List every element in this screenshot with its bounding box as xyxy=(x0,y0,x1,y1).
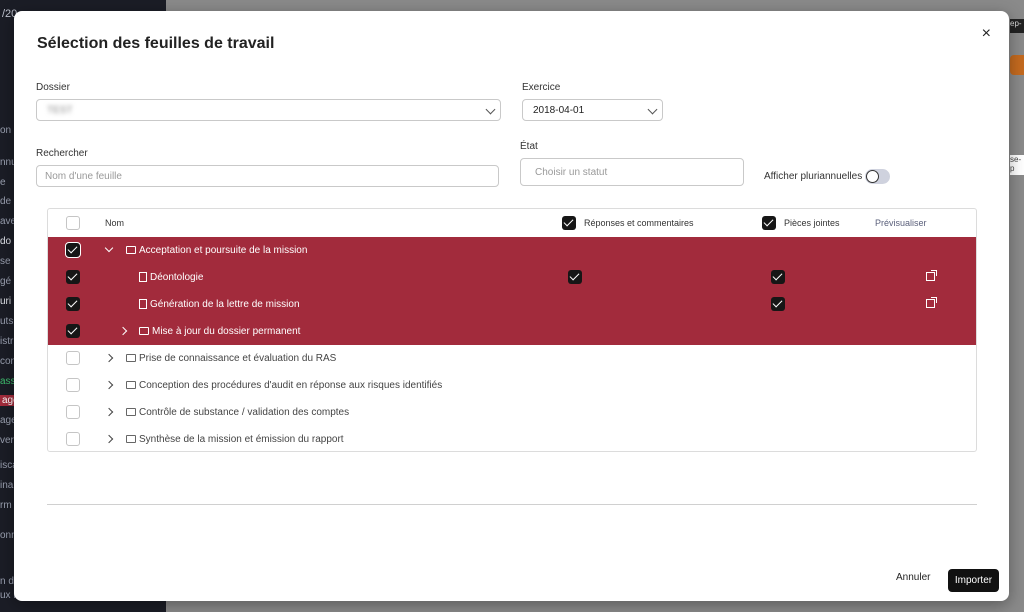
row-label: Déontologie xyxy=(150,272,204,283)
etat-label: État xyxy=(520,141,538,152)
row-label: Contrôle de substance / validation des c… xyxy=(139,407,350,418)
chevron-right-icon[interactable] xyxy=(104,434,114,444)
close-icon[interactable]: × xyxy=(982,25,991,43)
column-header-preview[interactable]: Prévisualiser xyxy=(875,218,927,228)
bg-text: n d xyxy=(0,576,14,587)
bg-text: e xyxy=(0,177,6,188)
chevron-right-icon[interactable] xyxy=(104,353,114,363)
attachments-checkbox[interactable] xyxy=(771,270,785,284)
external-link-icon[interactable] xyxy=(926,270,937,281)
column-header-attachments: Pièces jointes xyxy=(784,218,840,228)
row-checkbox[interactable] xyxy=(66,270,80,284)
search-input[interactable] xyxy=(36,165,499,187)
dialog-title: Sélection des feuilles de travail xyxy=(37,35,275,52)
toggle-knob xyxy=(866,170,879,183)
row-checkbox[interactable] xyxy=(66,378,80,392)
import-button[interactable]: Importer xyxy=(948,569,999,592)
bg-text: do xyxy=(0,236,12,247)
bg-tag: se-p xyxy=(1010,155,1024,175)
attachments-checkbox[interactable] xyxy=(771,297,785,311)
bg-text: uri xyxy=(0,296,12,307)
row-checkbox[interactable] xyxy=(66,405,80,419)
bg-orange-button xyxy=(1010,55,1024,75)
select-all-checkbox[interactable] xyxy=(66,216,80,230)
column-header-name: Nom xyxy=(105,218,125,228)
table-row[interactable]: Contrôle de substance / validation des c… xyxy=(48,399,976,426)
dossier-value: TEST xyxy=(47,105,73,116)
folder-icon xyxy=(126,435,136,443)
status-select[interactable] xyxy=(520,158,744,186)
bg-text: uts xyxy=(0,316,14,327)
table-row[interactable]: Prise de connaissance et évaluation du R… xyxy=(48,345,976,372)
attachments-all-checkbox[interactable] xyxy=(762,216,776,230)
folder-icon xyxy=(126,408,136,416)
row-checkbox[interactable] xyxy=(66,351,80,365)
table-row[interactable]: Déontologie xyxy=(48,264,976,291)
exercice-value: 2018-04-01 xyxy=(533,105,585,116)
row-label: Prise de connaissance et évaluation du R… xyxy=(139,353,337,364)
table-row[interactable]: Mise à jour du dossier permanent xyxy=(48,318,976,345)
bg-tag: ep- xyxy=(1010,19,1024,33)
chevron-right-icon[interactable] xyxy=(104,380,114,390)
row-checkbox[interactable] xyxy=(66,324,80,338)
row-label: Synthèse de la mission et émission du ra… xyxy=(139,434,344,445)
chevron-right-icon[interactable] xyxy=(118,326,128,336)
file-icon xyxy=(139,272,147,282)
external-link-icon[interactable] xyxy=(926,297,937,308)
table-row[interactable]: Conception des procédures d'audit en rép… xyxy=(48,372,976,399)
chevron-down-icon xyxy=(485,104,496,115)
file-icon xyxy=(139,299,147,309)
exercice-select[interactable]: 2018-04-01 xyxy=(522,99,663,121)
cancel-button[interactable]: Annuler xyxy=(896,572,930,583)
dossier-select[interactable]: TEST xyxy=(36,99,501,121)
row-checkbox[interactable] xyxy=(65,242,81,258)
folder-icon xyxy=(139,327,149,335)
bg-text: ina xyxy=(0,480,14,491)
row-label: Génération de la lettre de mission xyxy=(150,299,300,310)
bg-text: se xyxy=(0,256,11,267)
responses-all-checkbox[interactable] xyxy=(562,216,576,230)
column-header-responses: Réponses et commentaires xyxy=(584,218,694,228)
folder-icon xyxy=(126,246,136,254)
chevron-down-icon[interactable] xyxy=(104,243,114,253)
exercice-label: Exercice xyxy=(522,82,561,93)
table-row[interactable]: Acceptation et poursuite de la mission xyxy=(48,237,976,264)
table-row[interactable]: Génération de la lettre de mission xyxy=(48,291,976,318)
footer-divider xyxy=(47,504,977,505)
chevron-down-icon xyxy=(647,104,658,115)
dossier-label: Dossier xyxy=(36,82,70,93)
folder-icon xyxy=(126,381,136,389)
table-row[interactable]: Synthèse de la mission et émission du ra… xyxy=(48,426,976,453)
bg-text: gé xyxy=(0,276,12,287)
bg-text: istr xyxy=(0,336,14,347)
table-header: Nom Réponses et commentaires Pièces join… xyxy=(48,209,976,237)
row-label: Mise à jour du dossier permanent xyxy=(152,326,301,337)
multi-year-toggle[interactable] xyxy=(865,169,890,184)
worksheet-table: Nom Réponses et commentaires Pièces join… xyxy=(47,208,977,452)
bg-text: rm xyxy=(0,500,12,511)
folder-icon xyxy=(126,354,136,362)
worksheet-selection-dialog: Sélection des feuilles de travail × Doss… xyxy=(14,11,1009,601)
search-label: Rechercher xyxy=(36,148,88,159)
chevron-right-icon[interactable] xyxy=(104,407,114,417)
row-label: Acceptation et poursuite de la mission xyxy=(139,245,308,256)
row-label: Conception des procédures d'audit en rép… xyxy=(139,380,443,391)
multi-year-toggle-label: Afficher pluriannuelles xyxy=(764,171,863,182)
row-checkbox[interactable] xyxy=(66,297,80,311)
bg-text: de xyxy=(0,196,12,207)
bg-text: ver xyxy=(0,435,14,446)
responses-checkbox[interactable] xyxy=(568,270,582,284)
row-checkbox[interactable] xyxy=(66,432,80,446)
